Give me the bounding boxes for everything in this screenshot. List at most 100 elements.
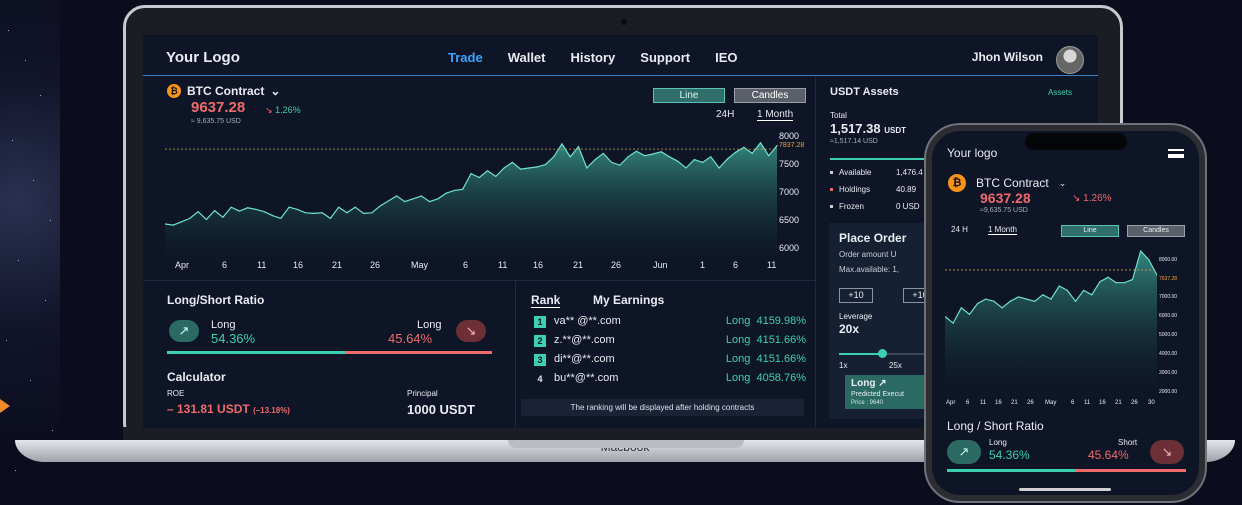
x-tick: 21 bbox=[573, 260, 584, 270]
x-tick: 11 bbox=[498, 260, 508, 270]
phone-app-logo[interactable]: Your logo bbox=[947, 146, 997, 160]
total-value: 1,517.38 USDT bbox=[830, 121, 906, 136]
laptop-notch bbox=[508, 440, 744, 448]
nav-history[interactable]: History bbox=[571, 50, 616, 65]
desktop-data-point bbox=[635, 150, 638, 152]
phone-range-24h[interactable]: 24 H bbox=[951, 225, 968, 234]
y-tick: 8000 bbox=[779, 131, 800, 141]
y-tick: 6500 bbox=[779, 215, 800, 225]
nav-trade[interactable]: Trade bbox=[448, 50, 483, 65]
desktop-series-area bbox=[165, 142, 777, 268]
contract-selector[interactable]: ₿ BTC Contract ⌄ bbox=[167, 84, 280, 98]
phone-y-tick-current: 7637.28 bbox=[1159, 276, 1178, 282]
app-logo[interactable]: Your Logo bbox=[166, 49, 240, 66]
phone-x-tick: 16 bbox=[1099, 400, 1106, 406]
x-tick: 6 bbox=[463, 260, 469, 270]
total-unit: USDT bbox=[884, 126, 907, 135]
trend-up-icon: ↗ bbox=[878, 378, 887, 389]
y-tick: 7500 bbox=[779, 159, 800, 169]
rank-email: va** @**.com bbox=[554, 315, 621, 327]
phone-line-chart-button[interactable]: Line bbox=[1061, 225, 1119, 237]
roe-value: – 131.81 USDT (–13.18%) bbox=[167, 402, 290, 416]
avatar[interactable] bbox=[1056, 46, 1084, 74]
phone-x-tick: 30 bbox=[1148, 400, 1155, 406]
range-1-month[interactable]: 1 Month bbox=[757, 109, 794, 121]
top-navbar: Your Logo Trade Wallet History Support I… bbox=[143, 35, 1098, 76]
phone-x-tick: 16 bbox=[995, 400, 1002, 406]
desktop-data-point bbox=[395, 195, 398, 197]
space-background bbox=[0, 0, 60, 505]
asset-amount: 40.89 bbox=[896, 185, 917, 194]
nav-wallet[interactable]: Wallet bbox=[508, 50, 546, 65]
desktop-data-point bbox=[329, 217, 332, 219]
place-order-title: Place Order bbox=[839, 231, 907, 245]
desktop-data-point bbox=[677, 160, 679, 162]
rank-side: Long bbox=[725, 353, 751, 365]
desktop-data-point bbox=[536, 166, 538, 168]
rank-email: di**@**.com bbox=[554, 353, 615, 365]
desktop-data-point bbox=[743, 146, 745, 148]
chevron-down-icon: ⌄ bbox=[1058, 177, 1067, 188]
desktop-data-point bbox=[238, 210, 241, 212]
desktop-data-point bbox=[602, 152, 604, 155]
desktop-data-point bbox=[354, 206, 356, 208]
long-order-button[interactable]: Long ↗ Predicted Execut Price : 9640 bbox=[845, 375, 935, 409]
phone-x-tick: 6 bbox=[966, 400, 970, 406]
line-chart-button[interactable]: Line bbox=[653, 88, 725, 103]
tab-rank[interactable]: Rank bbox=[531, 293, 561, 308]
divider bbox=[143, 280, 815, 281]
order-amount-label: Order amount U bbox=[839, 250, 897, 259]
plus10-button[interactable]: +10 bbox=[839, 288, 873, 303]
tab-my-earnings[interactable]: My Earnings bbox=[593, 293, 664, 307]
phone-y-tick: 8000.00 bbox=[1159, 257, 1178, 263]
assets-link[interactable]: Assets bbox=[1048, 88, 1072, 97]
nav-support[interactable]: Support bbox=[640, 50, 690, 65]
rank-number: 1 bbox=[534, 316, 546, 328]
phone-data-point bbox=[985, 298, 987, 300]
long-value: 54.36% bbox=[211, 331, 256, 346]
desktop-data-point bbox=[230, 206, 232, 208]
user-name[interactable]: Jhon Wilson bbox=[972, 50, 1043, 64]
leverage-slider-handle[interactable] bbox=[878, 349, 887, 358]
desktop-data-point bbox=[776, 145, 778, 147]
phone-data-point bbox=[1123, 282, 1125, 284]
phone-range-1-month[interactable]: 1 Month bbox=[988, 225, 1017, 235]
phone-notch bbox=[1025, 133, 1127, 150]
long-label: Long bbox=[211, 319, 236, 331]
desktop-data-point bbox=[180, 221, 183, 223]
phone-data-point bbox=[993, 300, 995, 302]
x-tick: May bbox=[411, 260, 429, 270]
long-short-title: Long/Short Ratio bbox=[167, 293, 265, 307]
list-item: 4 bu**@**.com Long 4058.76% bbox=[531, 372, 806, 388]
desktop-data-point bbox=[644, 155, 646, 157]
y-tick-current: 7837.28 bbox=[779, 142, 805, 149]
short-label: Long bbox=[417, 319, 442, 331]
phone-price-chart bbox=[945, 249, 1157, 400]
phone-price-change: ↘ 1.26% bbox=[1072, 193, 1112, 204]
rank-side: Long bbox=[725, 334, 751, 346]
bullet-icon bbox=[830, 171, 833, 175]
phone-candles-chart-button[interactable]: Candles bbox=[1127, 225, 1185, 237]
phone-series-area bbox=[945, 251, 1157, 400]
list-item: 1 va** @**.com Long 4159.98% bbox=[531, 315, 806, 331]
slider-mid-label: 25x bbox=[889, 361, 902, 370]
desktop-data-point bbox=[371, 212, 373, 214]
desktop-data-point bbox=[304, 212, 307, 214]
desktop-data-point bbox=[528, 167, 530, 169]
nav-ieo[interactable]: IEO bbox=[715, 50, 737, 65]
trend-up-icon: ↗ bbox=[169, 320, 199, 342]
phone-data-point bbox=[1083, 289, 1085, 291]
principal-value: 1000 USDT bbox=[407, 402, 475, 417]
phone-data-point bbox=[1099, 281, 1101, 283]
desktop-data-point bbox=[280, 217, 282, 219]
candles-chart-button[interactable]: Candles bbox=[734, 88, 806, 103]
desktop-data-point bbox=[189, 217, 191, 219]
desktop-data-point bbox=[610, 161, 613, 163]
phone-data-point bbox=[1017, 296, 1019, 298]
price-chart bbox=[165, 141, 778, 268]
desktop-data-point bbox=[478, 176, 480, 179]
hamburger-menu-icon[interactable] bbox=[1168, 149, 1184, 158]
phone-data-point bbox=[968, 313, 971, 315]
long-card-title: Long ↗ bbox=[851, 378, 887, 389]
range-24h[interactable]: 24H bbox=[716, 109, 734, 120]
